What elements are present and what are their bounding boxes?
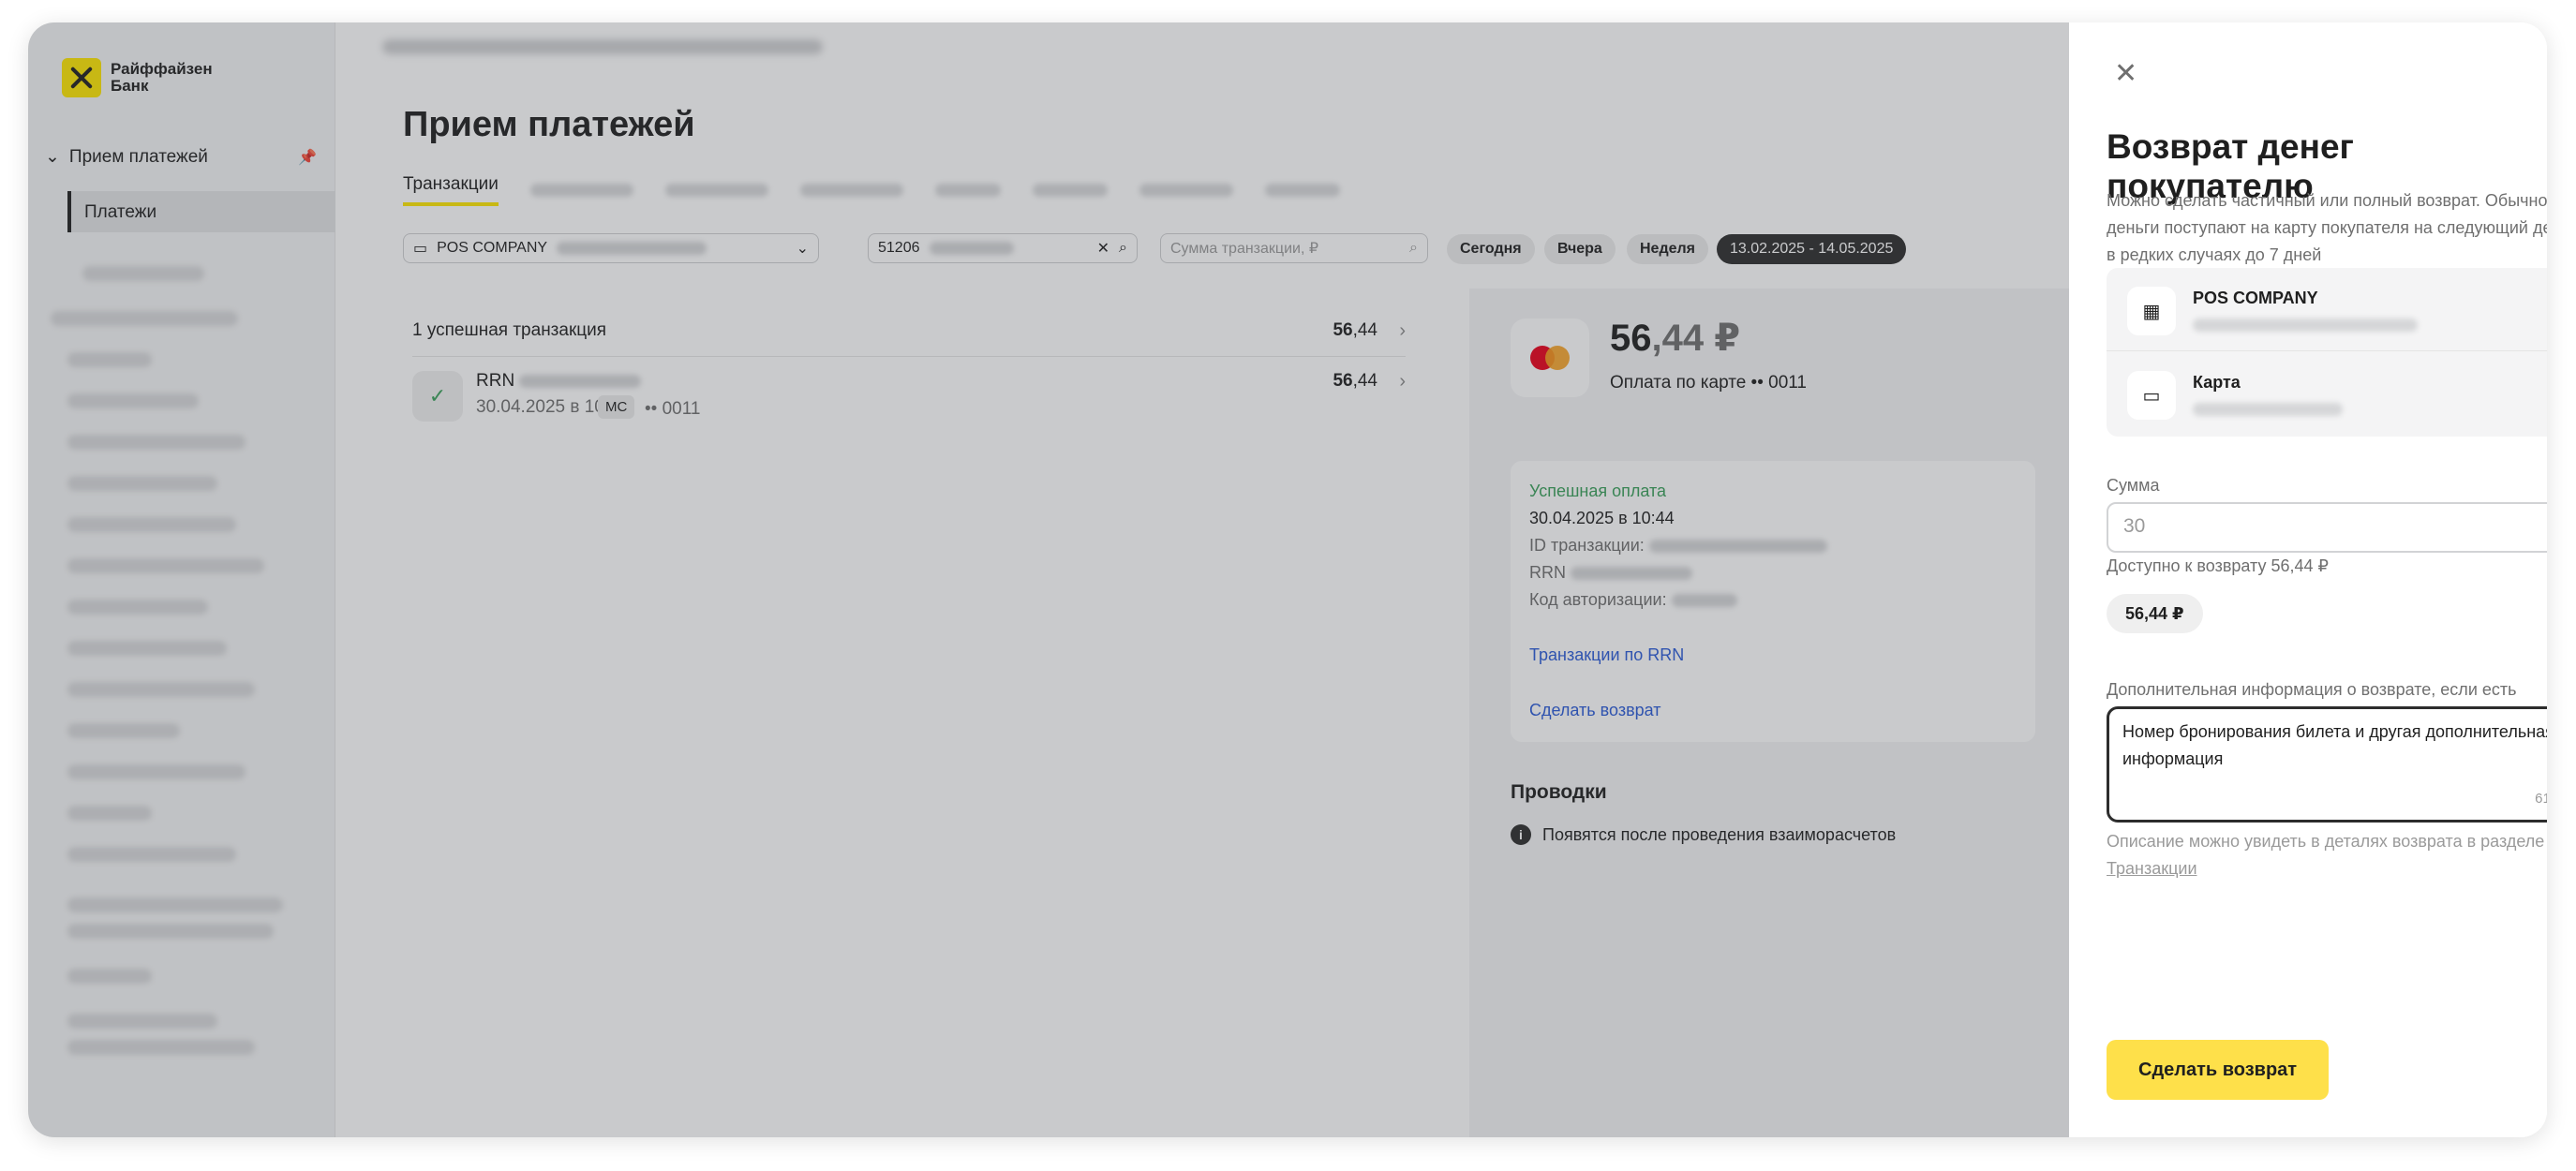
quick-amount-chip[interactable]: 56,44 ₽ — [2107, 594, 2203, 633]
card-label: Карта — [2193, 373, 2241, 392]
amount-label: Сумма — [2107, 476, 2160, 495]
merchant-name: POS COMPANY — [2193, 289, 2318, 307]
card-row: ▭ Карта — [2127, 365, 2547, 431]
refund-amount-input[interactable]: 30 — [2107, 502, 2547, 553]
link-transactions[interactable]: Транзакции — [2107, 859, 2197, 878]
merchant-row: ▦ POS COMPANY — [2127, 281, 2547, 347]
char-counter: 61/185 — [2535, 791, 2547, 807]
card-icon: ▭ — [2127, 371, 2176, 420]
panel-description: Можно сделать частичный или полный возвр… — [2107, 191, 2547, 264]
modal-backdrop[interactable] — [28, 22, 2069, 1137]
app-window: Райффайзен Банк ⌄ Прием платежей 📌 Плате… — [28, 22, 2547, 1137]
merchant-info: ▦ POS COMPANY ▭ Карта — [2107, 268, 2547, 437]
merchant-address-blurred — [2193, 319, 2418, 336]
refund-info-value: Номер бронирования билета и другая допол… — [2122, 722, 2547, 768]
submit-refund-button[interactable]: Сделать возврат — [2107, 1040, 2330, 1100]
close-icon[interactable]: ✕ — [2114, 60, 2137, 88]
available-amount: Доступно к возврату 56,44 ₽ — [2107, 556, 2329, 575]
info-label: Дополнительная информация о возврате, ес… — [2107, 680, 2517, 699]
card-number-blurred — [2193, 403, 2343, 421]
divider — [2107, 350, 2547, 351]
store-icon: ▦ — [2127, 287, 2176, 335]
refund-hint: Описание можно увидеть в деталях возврат… — [2107, 832, 2545, 878]
refund-panel: ✕ Возврат денег покупателю Можно сделать… — [2069, 22, 2547, 1137]
refund-info-textarea[interactable]: Номер бронирования билета и другая допол… — [2107, 706, 2547, 823]
